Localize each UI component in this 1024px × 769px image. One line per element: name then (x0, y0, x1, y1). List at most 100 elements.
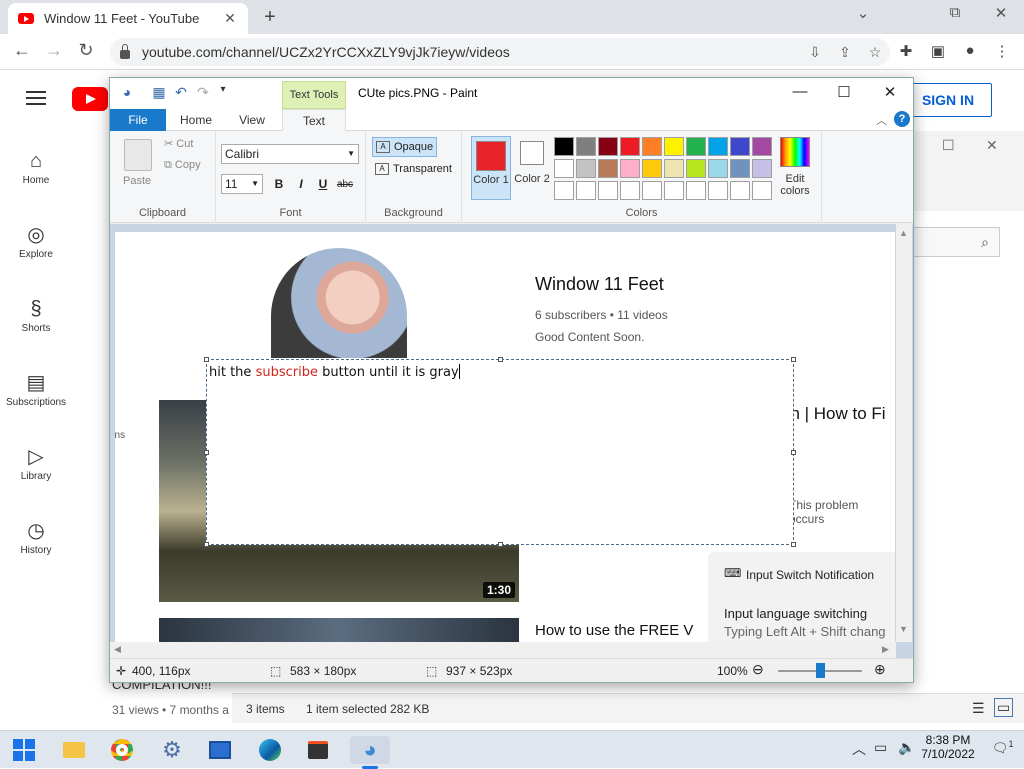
palette-color-swatch[interactable] (554, 159, 574, 178)
palette-color-swatch[interactable] (642, 181, 662, 200)
bookmark-star-icon[interactable]: ☆ (860, 44, 890, 61)
copy-button[interactable]: ⧉ Copy (164, 159, 201, 172)
palette-color-swatch[interactable] (598, 181, 618, 200)
settings-taskbar-button[interactable]: ⚙ (158, 736, 186, 764)
tab-file[interactable]: File (110, 109, 166, 131)
minimize-ribbon-icon[interactable]: ︿ (876, 112, 887, 128)
sidebar-item-library[interactable]: ▷ Library (0, 443, 72, 482)
search-icon[interactable]: ⌕ (912, 227, 1000, 257)
palette-color-swatch[interactable] (620, 181, 640, 200)
palette-color-swatch[interactable] (620, 137, 640, 156)
tab-view[interactable]: View (224, 109, 280, 131)
cut-button[interactable]: ✂ Cut (164, 137, 193, 150)
edge-taskbar-button[interactable] (256, 736, 284, 764)
install-app-icon[interactable]: ⇩ (800, 44, 830, 61)
extensions-puzzle-icon[interactable]: ✚ (894, 42, 918, 60)
palette-color-swatch[interactable] (686, 159, 706, 178)
resize-handle[interactable] (498, 542, 503, 547)
resize-handle[interactable] (791, 450, 796, 455)
store-taskbar-button[interactable] (304, 736, 332, 764)
start-button[interactable] (10, 736, 38, 764)
zoom-slider-thumb[interactable] (816, 663, 825, 678)
palette-color-swatch[interactable] (730, 159, 750, 178)
chrome-taskbar-button[interactable] (108, 736, 136, 764)
palette-color-swatch[interactable] (752, 137, 772, 156)
resize-handle[interactable] (791, 542, 796, 547)
explorer-maximize-icon[interactable]: ☐ (942, 137, 955, 154)
taskbar-clock[interactable]: 8:38 PM 7/10/2022 (918, 733, 978, 761)
palette-color-swatch[interactable] (620, 159, 640, 178)
sidebar-item-subscriptions[interactable]: ▤ Subscriptions (0, 369, 72, 408)
bold-button[interactable]: B (270, 177, 288, 191)
palette-color-swatch[interactable] (708, 181, 728, 200)
profile-avatar-icon[interactable]: ● (958, 42, 982, 59)
paint-maximize-button[interactable]: ☐ (822, 83, 866, 101)
palette-color-swatch[interactable] (554, 137, 574, 156)
tiles-view-icon[interactable]: ▭ (994, 698, 1014, 717)
palette-color-swatch[interactable] (686, 137, 706, 156)
sidebar-item-history[interactable]: ◷ History (0, 517, 72, 556)
palette-color-swatch[interactable] (730, 137, 750, 156)
color1-button[interactable]: Color 1 (471, 136, 511, 200)
resize-handle[interactable] (498, 357, 503, 362)
scroll-right-icon[interactable]: ▶ (882, 644, 889, 655)
palette-color-swatch[interactable] (664, 181, 684, 200)
text-tool-box[interactable]: hit the subscribe button until it is gra… (204, 357, 796, 547)
address-bar[interactable]: youtube.com/channel/UCZx2YrCCXxZLY9vjJk7… (110, 38, 890, 66)
sidebar-item-shorts[interactable]: § Shorts (0, 295, 72, 334)
zoom-in-button[interactable]: ⊕ (874, 661, 886, 678)
font-size-select[interactable]: 11 ▼ (221, 174, 263, 194)
scroll-down-icon[interactable]: ▼ (899, 624, 908, 634)
network-icon[interactable]: ▭ (874, 739, 887, 756)
notification-center-icon[interactable]: 🗨1 (992, 739, 1014, 756)
file-explorer-taskbar-button[interactable] (60, 736, 88, 764)
italic-button[interactable]: I (292, 177, 310, 191)
zoom-out-button[interactable]: ⊖ (752, 661, 764, 678)
palette-color-swatch[interactable] (576, 159, 596, 178)
palette-color-swatch[interactable] (642, 137, 662, 156)
paint-taskbar-button[interactable]: ◕ (350, 736, 390, 764)
palette-color-swatch[interactable] (752, 181, 772, 200)
chrome-menu-icon[interactable]: ⋮ (990, 42, 1014, 60)
palette-color-swatch[interactable] (576, 181, 596, 200)
tab-text[interactable]: Text (282, 109, 346, 132)
resize-handle[interactable] (791, 357, 796, 362)
resize-handle[interactable] (204, 357, 209, 362)
tab-close-icon[interactable]: ✕ (222, 10, 238, 27)
forward-arrow-icon[interactable]: → (42, 40, 66, 61)
tab-search-icon[interactable]: ⌄ (848, 4, 878, 22)
tab-home[interactable]: Home (168, 109, 224, 131)
details-view-icon[interactable]: ☰ (972, 700, 985, 717)
browser-tab[interactable]: Window 11 Feet - YouTube ✕ (8, 3, 248, 34)
transparent-button[interactable]: A Transparent (372, 159, 455, 179)
opaque-button[interactable]: A Opaque (372, 137, 438, 157)
resize-handle[interactable] (204, 450, 209, 455)
palette-color-swatch[interactable] (708, 159, 728, 178)
font-family-select[interactable]: Calibri ▼ (221, 144, 359, 164)
share-icon[interactable]: ⇪ (830, 44, 860, 61)
palette-color-swatch[interactable] (686, 181, 706, 200)
customize-qat-icon[interactable]: ▾ (214, 84, 232, 95)
redo-icon[interactable]: ↷ (194, 84, 212, 101)
palette-color-swatch[interactable] (554, 181, 574, 200)
window-restore-button[interactable]: ⧉ (940, 4, 970, 21)
reload-icon[interactable]: ↻ (74, 40, 98, 61)
palette-color-swatch[interactable] (664, 159, 684, 178)
horizontal-scrollbar[interactable]: ◀ ▶ (110, 642, 896, 658)
remote-desktop-taskbar-button[interactable] (206, 736, 234, 764)
palette-color-swatch[interactable] (642, 159, 662, 178)
sign-in-button[interactable]: SIGN IN (904, 83, 992, 117)
palette-color-swatch[interactable] (598, 159, 618, 178)
show-hidden-icons-chevron-icon[interactable]: ︿ (852, 739, 866, 759)
side-panel-icon[interactable]: ▣ (926, 42, 950, 60)
help-icon[interactable]: ? (894, 111, 910, 127)
palette-color-swatch[interactable] (730, 181, 750, 200)
explorer-close-icon[interactable]: ✕ (986, 137, 998, 154)
youtube-logo-icon[interactable] (72, 87, 108, 111)
scroll-left-icon[interactable]: ◀ (114, 644, 121, 655)
strikethrough-button[interactable]: abc (336, 179, 354, 190)
scroll-up-icon[interactable]: ▲ (899, 228, 908, 238)
paint-minimize-button[interactable]: — (778, 83, 822, 100)
palette-color-swatch[interactable] (708, 137, 728, 156)
paint-close-button[interactable]: ✕ (868, 83, 912, 101)
